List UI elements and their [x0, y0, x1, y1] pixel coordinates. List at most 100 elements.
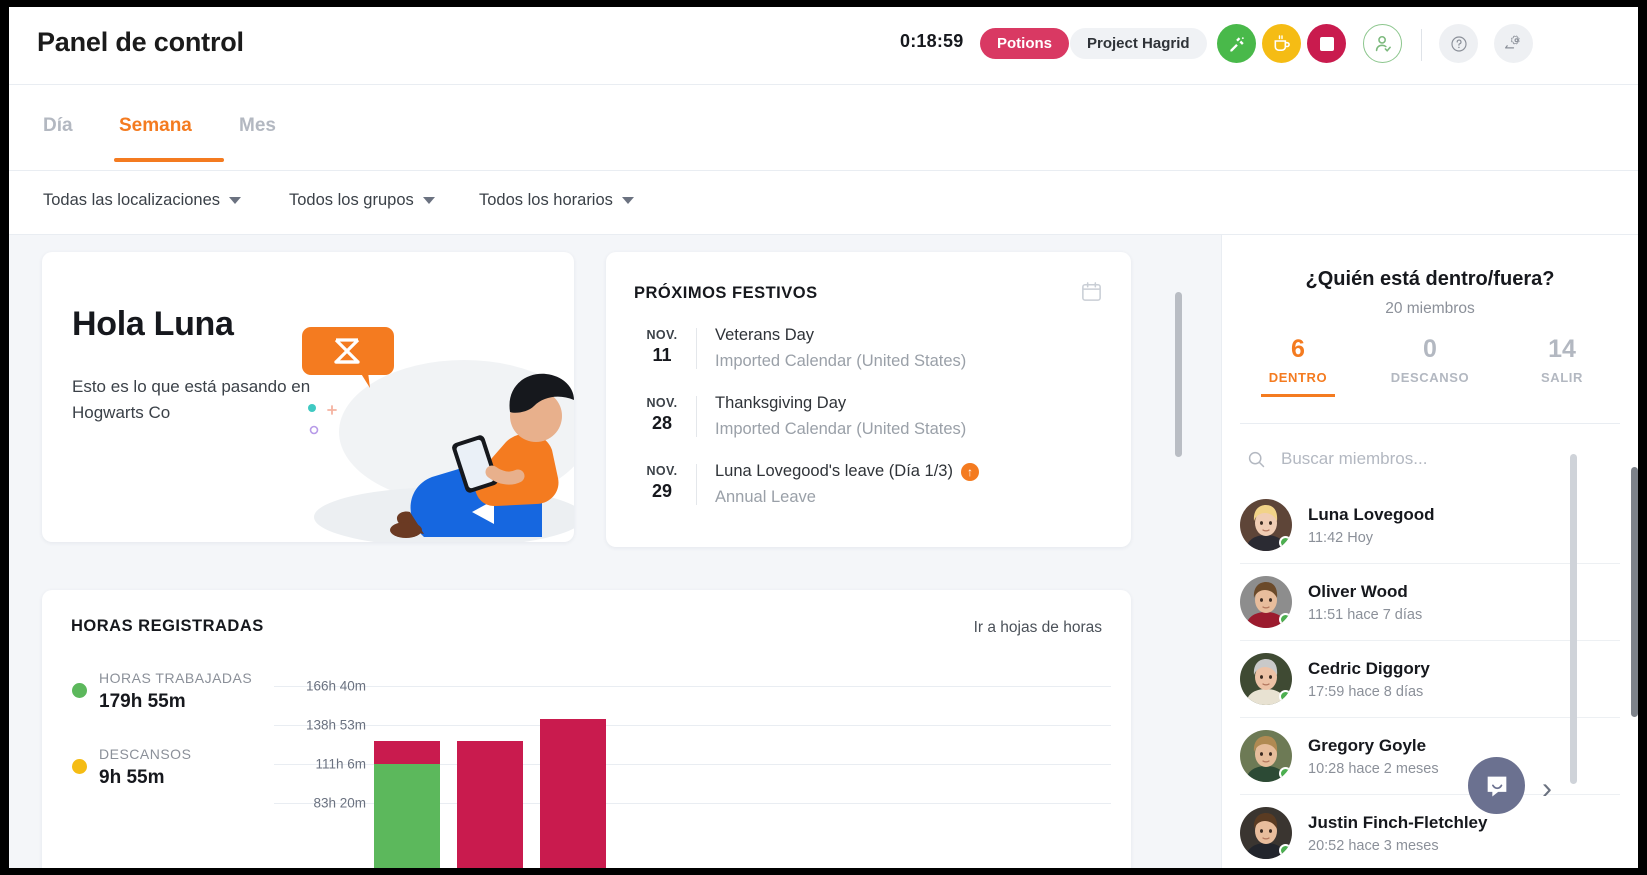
search-members-field[interactable]: Buscar miembros... — [1246, 435, 1614, 483]
chart-bar[interactable] — [540, 718, 606, 868]
stat-tab-dentro[interactable]: 6 DENTRO — [1232, 335, 1364, 397]
holiday-day: 28 — [651, 413, 673, 433]
break-button[interactable] — [1262, 24, 1301, 63]
member-list-item[interactable]: Luna Lovegood 11:42 Hoy — [1240, 487, 1620, 564]
member-list-item[interactable]: Cedric Diggory 17:59 hace 8 días — [1240, 641, 1620, 718]
chart-ytick-label: 166h 40m — [305, 678, 366, 694]
stat-label-descanso: DESCANSO — [1390, 370, 1470, 385]
holiday-row[interactable]: NOV. 11 Veterans Day Imported Calendar (… — [634, 326, 1109, 371]
members-list: Luna Lovegood 11:42 Hoy Oliver Wood 11:51 h… — [1240, 487, 1620, 868]
chart-ytick-label: 83h 20m — [313, 795, 366, 811]
clock-in-out-button[interactable] — [1363, 24, 1402, 63]
holiday-row[interactable]: NOV. 29 Luna Lovegood's leave (Día 1/3) … — [634, 462, 1109, 507]
logged-hours-card: HORAS REGISTRADAS Ir a hojas de horas HO… — [42, 590, 1131, 868]
presence-indicator — [1279, 690, 1292, 703]
holiday-name-text: Luna Lovegood's leave (Día 1/3) — [715, 462, 953, 480]
logged-hours-chart: 166h 40m 138h 53m 111h 6m 83h 20m — [274, 668, 1111, 868]
legend-value-breaks: 9h 55m — [99, 767, 165, 788]
chart-bar[interactable] — [457, 741, 523, 868]
avatar — [1240, 807, 1292, 859]
stat-tab-salir[interactable]: 14 SALIR — [1496, 335, 1628, 397]
holiday-meta: Annual Leave — [715, 488, 816, 506]
holiday-meta: Imported Calendar (United States) — [715, 352, 967, 370]
task-pill[interactable]: Potions — [980, 28, 1069, 59]
project-pill[interactable]: Project Hagrid — [1070, 28, 1207, 59]
main-scrollbar-thumb[interactable] — [1175, 292, 1182, 457]
user-check-icon — [1375, 35, 1391, 52]
filter-bar: Todas las localizaciones Todos los grupo… — [9, 171, 1638, 235]
logged-hours-title: HORAS REGISTRADAS — [71, 617, 264, 635]
gear-settings-icon — [1505, 35, 1520, 49]
stop-square-icon — [1319, 36, 1334, 51]
avatar — [1240, 499, 1292, 551]
member-last-seen: 11:42 Hoy — [1308, 529, 1374, 546]
holiday-divider — [696, 396, 697, 437]
chart-bar[interactable] — [374, 741, 440, 868]
chart-bar-segment — [374, 741, 440, 765]
legend-dot-worked — [72, 683, 87, 698]
legend-dot-breaks — [72, 759, 87, 774]
chart-ytick-label: 111h 6m — [315, 756, 366, 772]
stop-button[interactable] — [1307, 24, 1346, 63]
settings-button[interactable] — [1494, 24, 1533, 63]
holidays-title: PRÓXIMOS FESTIVOS — [634, 284, 818, 302]
avatar — [1240, 653, 1292, 705]
holiday-divider — [696, 464, 697, 505]
holiday-day: 11 — [652, 345, 672, 365]
page-scrollbar-thumb[interactable] — [1631, 467, 1638, 717]
member-name: Oliver Wood — [1308, 581, 1408, 601]
active-tab-indicator — [114, 158, 224, 162]
leave-arrow-up-icon: ↑ — [960, 462, 979, 481]
filter-schedules[interactable]: Todos los horarios — [479, 191, 634, 210]
holiday-row[interactable]: NOV. 28 Thanksgiving Day Imported Calend… — [634, 394, 1109, 439]
chevron-down-icon — [422, 197, 435, 204]
panel-expand-chevron-icon[interactable]: › — [1542, 772, 1552, 806]
work-resume-button[interactable] — [1217, 24, 1256, 63]
member-last-seen: 17:59 hace 8 días — [1308, 683, 1424, 700]
chart-legend: HORAS TRABAJADAS 179h 55m DESCANSOS 9h 5… — [72, 670, 252, 822]
filter-schedules-label: Todos los horarios — [479, 191, 613, 209]
stat-tab-descanso[interactable]: 0 DESCANSO — [1364, 335, 1496, 397]
member-list-item[interactable]: Gregory Goyle 10:28 hace 2 meses — [1240, 718, 1620, 795]
legend-item-breaks: DESCANSOS 9h 55m — [72, 746, 252, 789]
stat-value-salir: 14 — [1548, 335, 1576, 363]
stat-active-indicator — [1261, 393, 1335, 397]
filter-groups[interactable]: Todos los grupos — [289, 191, 435, 210]
tab-bar: Día Semana Mes Organización Gestionados … — [9, 85, 1638, 232]
tab-mes[interactable]: Mes — [239, 115, 276, 137]
greeting-card: Hola Luna Esto es lo que está pasando en… — [42, 252, 574, 542]
member-list-item[interactable]: Oliver Wood 11:51 hace 7 días — [1240, 564, 1620, 641]
legend-value-worked: 179h 55m — [99, 691, 186, 712]
holiday-month: NOV. — [646, 464, 678, 478]
help-button[interactable] — [1439, 24, 1478, 63]
tab-semana[interactable]: Semana — [119, 115, 192, 137]
members-scrollbar-thumb[interactable] — [1570, 454, 1577, 784]
holiday-day: 29 — [651, 481, 673, 501]
chat-bubble-button[interactable] — [1468, 757, 1525, 814]
chart-bar-segment — [374, 764, 440, 868]
presence-indicator — [1279, 613, 1292, 626]
member-last-seen: 11:51 hace 7 días — [1308, 606, 1423, 623]
calendar-icon[interactable] — [1080, 280, 1103, 308]
members-count: 20 miembros — [1385, 300, 1475, 317]
holiday-name: Veterans Day — [715, 326, 815, 344]
header-divider — [1421, 29, 1422, 61]
tab-dia[interactable]: Día — [43, 115, 73, 137]
presence-indicator — [1279, 536, 1292, 549]
search-icon — [1248, 451, 1265, 467]
go-to-timesheets-link[interactable]: Ir a hojas de horas — [974, 619, 1102, 637]
member-list-item[interactable]: Justin Finch-Fletchley 20:52 hace 3 meses — [1240, 795, 1620, 868]
holiday-name: Luna Lovegood's leave (Día 1/3) ↑ — [715, 462, 979, 481]
search-members-placeholder: Buscar miembros... — [1281, 449, 1428, 468]
member-last-seen: 20:52 hace 3 meses — [1308, 837, 1439, 854]
chat-bubble-icon — [1487, 776, 1506, 796]
stats-divider — [1240, 423, 1620, 424]
filter-locations[interactable]: Todas las localizaciones — [43, 191, 242, 210]
chart-bar-segment — [540, 718, 606, 868]
holiday-month: NOV. — [646, 328, 678, 342]
upcoming-holidays-card: PRÓXIMOS FESTIVOS NOV. 11 Veterans Day I… — [606, 252, 1131, 547]
holiday-month: NOV. — [646, 396, 678, 410]
holiday-date: NOV. 11 — [634, 326, 690, 366]
member-last-seen: 10:28 hace 2 meses — [1308, 760, 1439, 777]
question-circle-icon — [1450, 35, 1467, 52]
